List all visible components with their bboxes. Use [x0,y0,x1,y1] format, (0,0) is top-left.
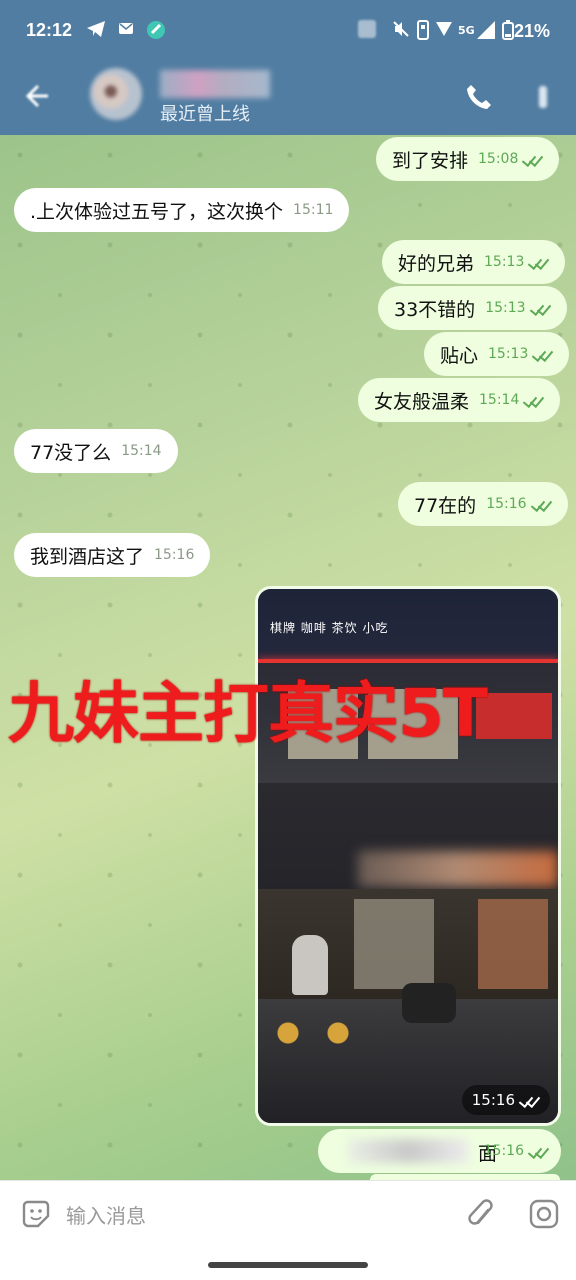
attach-paperclip-icon[interactable] [466,1198,496,1232]
data-saver-icon [434,20,454,44]
double-check-icon [529,256,549,268]
status-bar: 12:12 5G 21% [0,0,576,64]
message-meta: 15:13 [484,254,549,270]
home-gesture-pill[interactable] [208,1262,368,1268]
photo-entrance [354,899,434,989]
message-text: 77在的 [414,494,477,517]
app-header: 12:12 5G 21% 最近曾上线 [0,0,576,135]
blurred-status-icon [358,20,376,38]
message-text: .上次体验过五号了，这次换个 [30,200,284,223]
double-check-icon [524,394,544,406]
message-time: 15:16 [471,1091,515,1109]
photo-scooter [402,983,456,1023]
photo-sign-text: 棋牌 咖啡 茶饮 小吃 [270,621,389,635]
mute-icon [392,20,410,44]
contact-name-blurred[interactable] [160,70,270,98]
message-text: 33不错的 [394,298,476,321]
message-bubble-incoming[interactable]: .上次体验过五号了，这次换个 15:11 [14,188,350,232]
photo-shop-window [478,899,548,989]
signal-icon [476,20,496,46]
battery-icon [502,20,514,46]
message-text: 好的兄弟 [398,252,475,275]
message-bubble-outgoing[interactable]: 33不错的 15:13 [378,286,567,330]
camera-icon[interactable] [528,1198,560,1230]
network-type: 5G [458,24,475,37]
phone-call-icon[interactable] [464,82,494,112]
message-text: 到了安排 [392,149,469,172]
overlay-watermark-text: 九妹主打真实5T [8,675,488,752]
message-text: 77没了么 [30,441,112,464]
message-meta: 15:16 [154,547,194,563]
message-meta: 15:13 [485,300,550,316]
photo-bicycle [258,969,358,1049]
message-time: 15:16 [486,496,527,512]
app-notification-icon [146,20,166,46]
message-bubble-outgoing[interactable]: 好的兄弟 15:13 [382,240,566,284]
message-bubble-outgoing[interactable]: 面 15:16 [318,1129,561,1173]
message-time: 15:08 [478,151,519,167]
message-text: 女友般温柔 [374,390,470,413]
message-meta: 15:16 [484,1143,549,1159]
message-meta: 15:14 [121,443,161,459]
telegram-icon [86,20,106,44]
photo-timestamp: 15:16 [461,1085,550,1115]
message-bubble-incoming[interactable]: 77没了么 15:14 [14,429,178,473]
vibrate-icon [416,20,430,46]
last-seen-status: 最近曾上线 [160,104,250,125]
message-time: 15:13 [488,346,529,362]
double-check-icon [531,302,551,314]
message-meta: 15:08 [478,151,543,167]
message-meta: 15:16 [486,496,551,512]
message-time: 15:13 [485,300,526,316]
message-bubble-incoming[interactable]: 我到酒店这了 15:16 [14,533,211,577]
message-time: 15:11 [293,202,334,218]
double-check-icon [529,1145,549,1157]
message-time: 15:16 [483,1143,524,1159]
double-check-icon [520,1094,540,1106]
message-bubble-outgoing[interactable]: 77在的 15:16 [398,482,568,526]
double-check-icon [532,498,552,510]
message-time: 15:13 [484,254,525,270]
message-text: 贴心 [440,344,479,367]
message-meta: 15:14 [479,392,544,408]
message-time: 15:14 [121,443,162,459]
message-bubble-outgoing[interactable]: 到了安排 15:08 [376,137,560,181]
blurred-message-text [348,1139,468,1163]
message-bubble-outgoing[interactable]: 贴心 15:13 [424,332,570,376]
message-meta: 15:13 [488,346,553,362]
contact-avatar[interactable] [90,68,142,120]
photo-blurred-sign [358,851,558,887]
double-check-icon [523,153,543,165]
back-arrow-icon[interactable] [22,82,50,110]
message-text: 我到酒店这了 [30,545,145,568]
message-time: 15:16 [154,547,195,563]
battery-level: 21% [513,21,550,41]
message-time: 15:14 [479,392,520,408]
mail-icon [118,20,134,42]
message-meta: 15:11 [293,202,333,218]
more-menu-icon[interactable] [534,84,552,110]
message-bubble-outgoing[interactable]: 女友般温柔 15:14 [358,378,561,422]
photo-advert [476,693,552,739]
double-check-icon [533,348,553,360]
message-input[interactable]: 输入消息 [66,1200,146,1229]
sticker-emoji-icon[interactable] [20,1198,52,1230]
status-time: 12:12 [26,20,73,40]
